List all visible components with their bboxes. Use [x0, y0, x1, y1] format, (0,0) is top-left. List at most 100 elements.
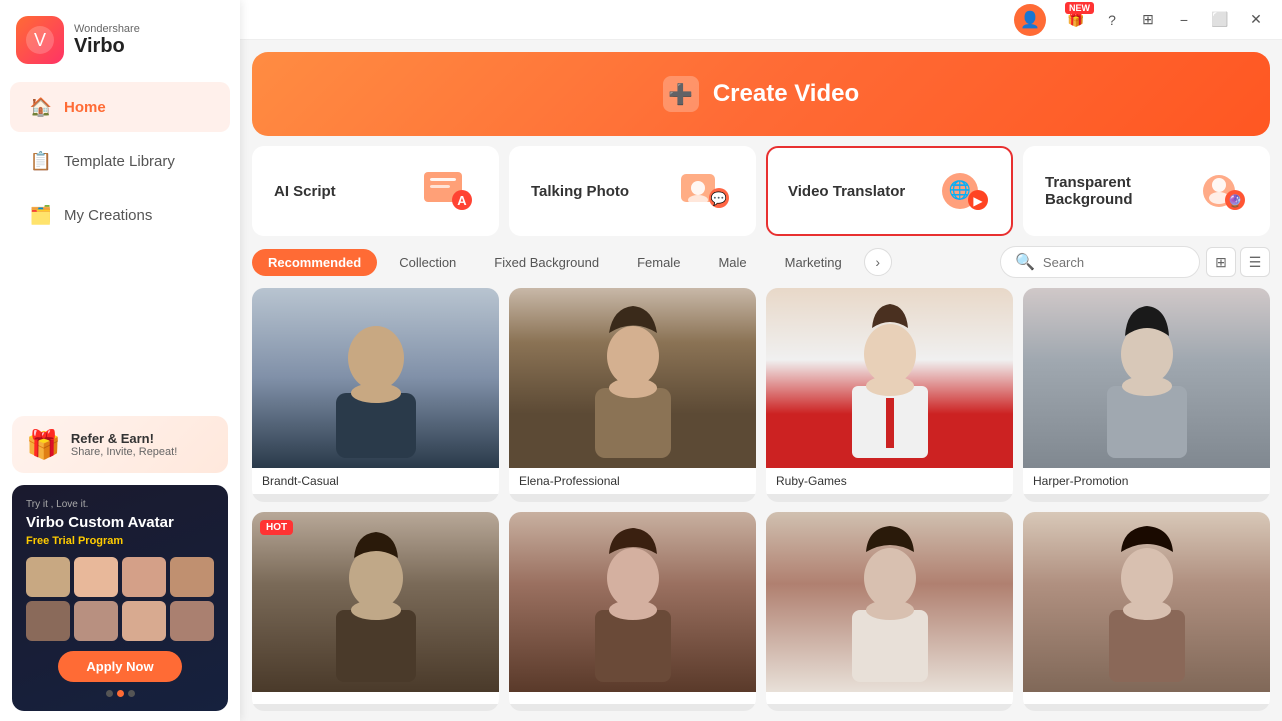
avatar-thumb-7 [122, 601, 166, 641]
avatar-card-hot3[interactable] [766, 512, 1013, 712]
sidebar: V Wondershare Virbo 🏠 Home 📋 Template Li… [0, 0, 240, 721]
refer-subtitle: Share, Invite, Repeat! [71, 446, 177, 458]
video-translator-label: Video Translator [788, 183, 905, 200]
avatar-card-harper[interactable]: Harper-Promotion [1023, 288, 1270, 502]
filter-recommended[interactable]: Recommended [252, 249, 377, 276]
new-badge: NEW [1065, 2, 1094, 14]
create-video-title: Create Video [713, 80, 859, 108]
app-name: Virbo [74, 35, 140, 58]
avatar-card-ruby[interactable]: Ruby-Games [766, 288, 1013, 502]
nav-home-label: Home [64, 99, 106, 116]
avatar-img-brandt [252, 288, 499, 468]
logo-text: Wondershare Virbo [74, 23, 140, 58]
close-button[interactable]: ✕ [1242, 6, 1270, 34]
gift-icon-wrap: 🎁 NEW [1062, 6, 1090, 34]
avatar-grid: Brandt-Casual Elena-Professional [252, 288, 1270, 721]
filter-marketing[interactable]: Marketing [769, 249, 858, 276]
brand-name: Wondershare [74, 23, 140, 35]
ai-script-label: AI Script [274, 183, 336, 200]
avatar-name-harper: Harper-Promotion [1023, 468, 1270, 494]
feature-card-video-translator[interactable]: Video Translator 🌐 ▶ [766, 146, 1013, 236]
minimize-button[interactable]: − [1170, 6, 1198, 34]
avatar-name-ruby: Ruby-Games [766, 468, 1013, 494]
hot-badge-1: HOT [260, 520, 293, 535]
search-box: 🔍 [1000, 246, 1200, 278]
ai-script-icon: A [417, 166, 477, 216]
user-avatar[interactable]: 👤 [1014, 4, 1046, 36]
avatar-card-brandt[interactable]: Brandt-Casual [252, 288, 499, 502]
svg-text:💬: 💬 [711, 191, 727, 206]
banner-title: Virbo Custom Avatar [26, 514, 174, 531]
sidebar-item-home[interactable]: 🏠 Home [10, 82, 230, 132]
restore-button[interactable]: ⬜ [1206, 6, 1234, 34]
grid-view-button[interactable]: ⊞ [1206, 247, 1236, 277]
video-translator-icon: 🌐 ▶ [931, 166, 991, 216]
dot-1 [106, 690, 113, 697]
svg-text:🔮: 🔮 [1228, 194, 1243, 208]
apply-now-button[interactable]: Apply Now [58, 651, 181, 682]
my-creations-icon: 🗂️ [30, 204, 52, 226]
banner-dots [26, 690, 214, 697]
grid-button[interactable]: ⊞ [1134, 6, 1162, 34]
search-input[interactable] [1043, 255, 1183, 270]
filter-collection[interactable]: Collection [383, 249, 472, 276]
main-content: 👤 🎁 NEW ? ⊞ − ⬜ ✕ ➕ Create Video AI Scri… [240, 0, 1282, 721]
filter-fixed-background[interactable]: Fixed Background [478, 249, 615, 276]
avatar-img-hot3 [766, 512, 1013, 692]
refer-banner[interactable]: 🎁 Refer & Earn! Share, Invite, Repeat! [12, 416, 228, 473]
avatar-thumb-1 [26, 557, 70, 597]
talking-photo-icon: 💬 [674, 166, 734, 216]
create-video-banner[interactable]: ➕ Create Video [252, 52, 1270, 136]
avatar-card-elena[interactable]: Elena-Professional [509, 288, 756, 502]
feature-card-talking-photo[interactable]: Talking Photo 💬 [509, 146, 756, 236]
avatar-name-hot4 [1023, 692, 1270, 704]
home-icon: 🏠 [30, 96, 52, 118]
avatar-name-hot1 [252, 692, 499, 704]
help-button[interactable]: ? [1098, 6, 1126, 34]
avatar-thumb-6 [74, 601, 118, 641]
refer-icon: 🎁 [26, 428, 61, 461]
avatar-thumb-5 [26, 601, 70, 641]
filter-bar: Recommended Collection Fixed Background … [252, 246, 1270, 278]
dot-3 [128, 690, 135, 697]
feature-card-transparent-bg[interactable]: Transparent Background 🔮 [1023, 146, 1270, 236]
sidebar-promo-area: 🎁 Refer & Earn! Share, Invite, Repeat! T… [0, 406, 240, 721]
filter-female[interactable]: Female [621, 249, 696, 276]
svg-text:🌐: 🌐 [949, 179, 971, 200]
avatar-img-hot1 [252, 512, 499, 692]
view-toggle: ⊞ ☰ [1206, 247, 1270, 277]
svg-text:▶: ▶ [973, 194, 983, 208]
refer-text: Refer & Earn! Share, Invite, Repeat! [71, 431, 177, 458]
transparent-bg-label: Transparent Background [1045, 174, 1175, 208]
custom-avatar-banner[interactable]: Try it , Love it. Virbo Custom Avatar Fr… [12, 485, 228, 711]
avatar-card-hot4[interactable] [1023, 512, 1270, 712]
app-logo-icon: V [16, 16, 64, 64]
avatar-card-hot1[interactable]: HOT [252, 512, 499, 712]
avatar-card-hot2[interactable] [509, 512, 756, 712]
avatar-thumb-2 [74, 557, 118, 597]
create-video-icon: ➕ [663, 76, 699, 112]
talking-photo-label: Talking Photo [531, 183, 629, 200]
avatar-img-hot4 [1023, 512, 1270, 692]
transparent-bg-icon: 🔮 [1188, 166, 1248, 216]
list-view-button[interactable]: ☰ [1240, 247, 1270, 277]
banner-tag: Try it , Love it. [26, 499, 88, 510]
feature-card-ai-script[interactable]: AI Script A [252, 146, 499, 236]
svg-text:V: V [34, 30, 46, 50]
sidebar-item-template-library[interactable]: 📋 Template Library [10, 136, 230, 186]
nav-template-label: Template Library [64, 153, 175, 170]
banner-subtitle: Free Trial Program [26, 535, 123, 547]
feature-cards: AI Script A Talking Photo 💬 [252, 146, 1270, 236]
avatar-img-ruby [766, 288, 1013, 468]
titlebar: 👤 🎁 NEW ? ⊞ − ⬜ ✕ [240, 0, 1282, 40]
refer-title: Refer & Earn! [71, 431, 177, 446]
avatar-thumbnails [26, 557, 214, 641]
avatar-img-harper [1023, 288, 1270, 468]
dot-2 [117, 690, 124, 697]
avatar-thumb-3 [122, 557, 166, 597]
filter-more-button[interactable]: › [864, 248, 892, 276]
sidebar-item-my-creations[interactable]: 🗂️ My Creations [10, 190, 230, 240]
avatar-thumb-4 [170, 557, 214, 597]
avatar-img-elena [509, 288, 756, 468]
filter-male[interactable]: Male [702, 249, 762, 276]
